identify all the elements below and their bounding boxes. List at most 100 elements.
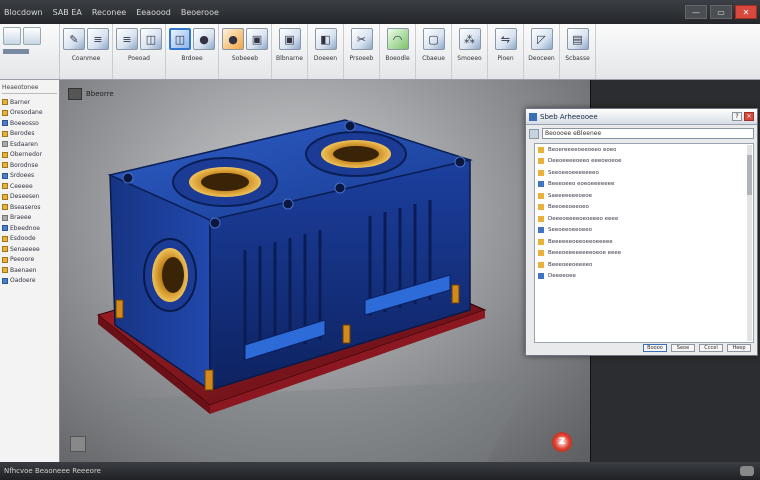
ribbon-group: ◧ Doeeen [308,24,344,79]
list-item-label: Deeeoeeeeoeoeeeo eeee [548,215,619,222]
cut-icon[interactable]: ● [222,28,244,50]
ok-button[interactable]: Boooo [643,344,667,352]
dialog-help-button[interactable]: ? [732,112,742,121]
tree-item[interactable]: Srdoees [2,171,57,182]
help-button[interactable]: Heep [727,344,751,352]
options-icon[interactable]: ▤ [566,28,589,50]
orientation-icon[interactable]: Z [552,432,572,452]
open-file-icon[interactable] [23,27,41,45]
ribbon-group: ▣ Blbnarne [272,24,308,79]
drawing-icon[interactable]: ⇋ [494,28,517,50]
tree-item[interactable]: Obernedor [2,150,57,161]
tree-item[interactable]: Esdaaren [2,139,57,150]
list-item[interactable]: Beeeoeeo eoeoeeeeeee [535,179,753,191]
axis-triad-icon[interactable] [70,436,86,452]
new-file-icon[interactable] [3,27,21,45]
rib-icon[interactable]: ▢ [422,28,445,50]
pencil-icon[interactable]: ✎ [63,28,85,50]
list-item[interactable]: Beeeoeeeeeeeeoeoe eeee [535,248,753,260]
status-indicator-icon[interactable] [740,466,754,476]
scroll-thumb[interactable] [747,155,752,195]
tree-item[interactable]: Berodes [2,129,57,140]
render-icon[interactable]: ◸ [530,28,553,50]
list-item[interactable]: Deeeeoee [535,271,753,283]
list-item[interactable]: Seeoeeoeeoeeo [535,225,753,237]
menu-item[interactable]: SAB EA [53,8,82,17]
tree-item[interactable]: Senaeeee [2,244,57,255]
item-icon [538,227,544,234]
tree-item[interactable]: Baenaen [2,265,57,276]
filter-icon[interactable] [529,128,539,139]
tree-item-label: Senaeeee [10,245,40,253]
folder-icon [2,267,8,274]
extrude-icon[interactable]: ● [193,28,215,50]
folder-icon [2,99,8,106]
cancel-button[interactable]: Cccel [699,344,723,352]
item-icon [538,158,544,165]
list-item[interactable]: Seeoeeoeeeeeeeo [535,167,753,179]
dialog-close-button[interactable]: ✕ [744,112,754,121]
minimize-button[interactable]: — [685,5,707,19]
tree-item[interactable]: Esdoode [2,234,57,245]
maximize-button[interactable]: ▭ [710,5,732,19]
tree-item[interactable]: Braeee [2,213,57,224]
list-item[interactable]: Beoereeeeoeeoeeo eoeo [535,144,753,156]
folder-icon [2,120,8,127]
pattern-icon[interactable]: ◧ [314,28,337,50]
dialog-search-field[interactable]: Beoooee eBleenee [542,128,754,139]
viewport-title-text: Bbeorre [86,90,114,98]
folder-icon [2,214,8,221]
side-bore-inner [162,257,184,293]
folder-icon [2,246,8,253]
tree-item[interactable]: Peeoore [2,255,57,266]
tree-item[interactable]: Borodnse [2,160,57,171]
list-item[interactable]: Deeeoeeeeoeoeeeo eeee [535,213,753,225]
mirror-icon[interactable]: ✂ [350,28,373,50]
part-icon[interactable]: ◫ [169,28,191,50]
tree-item[interactable]: Ceeeee [2,181,57,192]
list-item[interactable]: Saeeeeeeeoeoe [535,190,753,202]
fillet-icon[interactable]: ▣ [246,28,268,50]
gearbox-model[interactable] [60,80,590,462]
ribbon-group-label: Blbnarne [276,55,303,62]
shell-icon[interactable]: ▣ [278,28,301,50]
tree-item[interactable]: Barner [2,97,57,108]
close-button[interactable]: ✕ [735,5,757,19]
list-item[interactable]: Deeoeeeeoeeo eeeoeoeoe [535,156,753,168]
tree-item-label: Braeee [10,214,32,222]
menu-item[interactable]: Reconee [92,8,126,17]
tree-item-label: Ebeednoe [10,224,40,232]
assembly-icon[interactable]: ⁂ [458,28,481,50]
dialog-title-bar[interactable]: Sbeb Arheeooee ? ✕ [526,109,757,125]
apply-button[interactable]: Seoe [671,344,695,352]
status-text: Nfhcvoe Beaoneee Reeeore [4,467,101,475]
tree-item[interactable]: Oadoere [2,276,57,287]
item-icon [538,215,544,222]
menu-item[interactable]: Eeaoood [136,8,171,17]
tree-item-label: Ceeeee [10,182,33,190]
list-item[interactable]: Beeeeeeoeeoeeoeeeee [535,236,753,248]
item-icon [538,261,544,268]
3d-viewport[interactable]: Bbeorre Z [60,80,590,462]
list-item[interactable]: Beeoeeoeeoeo [535,202,753,214]
folder-icon [2,204,8,211]
sphere-icon[interactable]: ◫ [140,28,162,50]
list-item[interactable]: Beeeoeeoeeeeo [535,259,753,271]
tree-item[interactable]: Deseesen [2,192,57,203]
draft-icon[interactable]: ◠ [386,28,409,50]
tree-item[interactable]: Bseaseros [2,202,57,213]
ribbon-group: ◸ Deoceen [524,24,560,79]
sketch-icon[interactable]: ≡ [116,28,138,50]
tree-item[interactable]: Boeeosso [2,118,57,129]
menu-item[interactable]: Blocdown [4,8,43,17]
list-item-label: Beoereeeeoeeoeeo eoeo [548,146,617,153]
lines-icon[interactable]: ≡ [87,28,109,50]
properties-dialog[interactable]: Sbeb Arheeooee ? ✕ Beoooee eBleenee Beoe… [525,108,758,356]
ribbon-group: ≡ ◫ Poeoad [113,24,166,79]
feature-tree: Heaeotonee Barner Oresodane Boeeosso Berode… [0,80,60,470]
tree-item[interactable]: Ebeednoe [2,223,57,234]
tree-item[interactable]: Oresodane [2,108,57,119]
menu-item[interactable]: Beoerooe [181,8,219,17]
dialog-list[interactable]: Beoereeeeoeeoeeo eoeo Deeoeeeeoeeo eeeoeo… [534,143,754,343]
dialog-scrollbar[interactable] [747,145,752,341]
